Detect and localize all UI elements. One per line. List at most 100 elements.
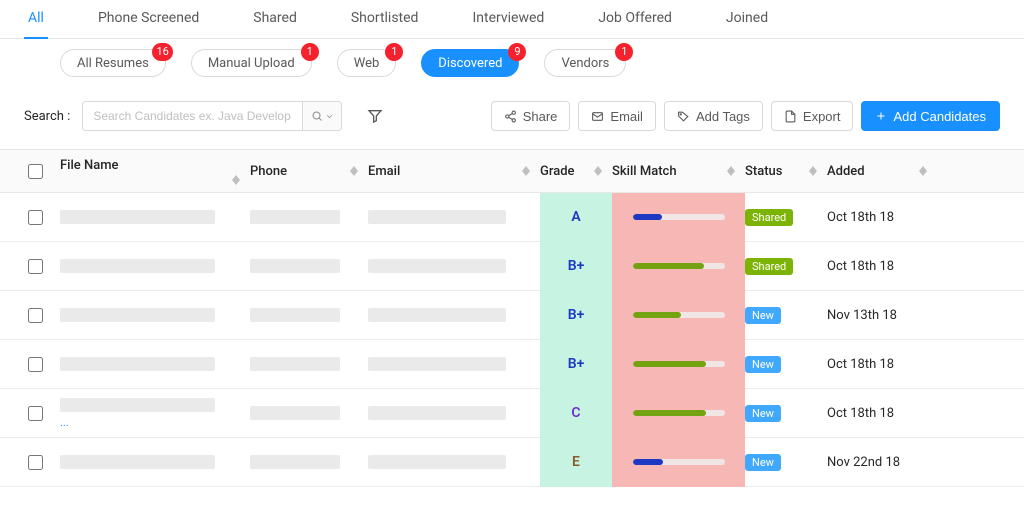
grade-cell: E (540, 438, 612, 487)
pill-discovered[interactable]: Discovered9 (421, 49, 519, 77)
col-email: Email (368, 164, 400, 179)
file-name-placeholder (60, 210, 215, 224)
sort-file[interactable] (232, 175, 240, 185)
status-badge: New (745, 356, 781, 373)
grade-cell: B+ (540, 291, 612, 340)
skill-cell (612, 193, 745, 242)
table-row[interactable]: B+ New Nov 13th 18 (0, 291, 1024, 340)
phone-placeholder (250, 357, 340, 371)
search-button[interactable] (302, 101, 342, 131)
grade-cell: C (540, 389, 612, 438)
status-badge: New (745, 405, 781, 422)
added-cell: Oct 18th 18 (827, 259, 937, 274)
row-checkbox[interactable] (28, 455, 43, 470)
sort-phone[interactable] (350, 166, 358, 176)
file-name-placeholder (60, 398, 215, 412)
row-checkbox[interactable] (28, 406, 43, 421)
add-candidates-button[interactable]: Add Candidates (861, 101, 1000, 131)
col-skill: Skill Match (612, 164, 677, 179)
pill-manual-upload[interactable]: Manual Upload1 (191, 49, 312, 77)
badge-count: 9 (508, 43, 526, 61)
email-placeholder (368, 259, 506, 273)
phone-placeholder (250, 308, 340, 322)
filter-button[interactable] (360, 101, 390, 131)
phone-placeholder (250, 259, 340, 273)
email-placeholder (368, 357, 506, 371)
badge-count: 1 (615, 43, 633, 61)
email-button[interactable]: Email (578, 101, 656, 131)
tab-shortlisted[interactable]: Shortlisted (347, 0, 423, 38)
phone-placeholder (250, 406, 340, 420)
col-added: Added (827, 164, 865, 179)
email-label: Email (610, 109, 643, 124)
skill-cell (612, 389, 745, 438)
add-tags-button[interactable]: Add Tags (664, 101, 763, 131)
added-cell: Nov 13th 18 (827, 308, 937, 323)
added-cell: Oct 18th 18 (827, 357, 937, 372)
email-placeholder (368, 455, 506, 469)
phone-placeholder (250, 210, 340, 224)
export-label: Export (803, 109, 841, 124)
grade-cell: B+ (540, 242, 612, 291)
tab-interviewed[interactable]: Interviewed (468, 0, 548, 38)
status-badge: Shared (745, 209, 793, 226)
plus-icon (875, 110, 887, 122)
badge-count: 1 (301, 43, 319, 61)
tab-job-offered[interactable]: Job Offered (594, 0, 676, 38)
badge-count: 1 (385, 43, 403, 61)
share-icon (504, 110, 517, 123)
status-badge: Shared (745, 258, 793, 275)
added-cell: Nov 22nd 18 (827, 455, 937, 470)
table-row[interactable]: E New Nov 22nd 18 (0, 438, 1024, 487)
table-header: File Name Phone Email Grade Skill Match … (0, 149, 1024, 193)
search-input[interactable] (82, 101, 302, 131)
pill-vendors[interactable]: Vendors1 (544, 49, 626, 77)
export-button[interactable]: Export (771, 101, 854, 131)
skill-progress (633, 361, 725, 367)
file-name-placeholder (60, 259, 215, 273)
col-grade: Grade (540, 164, 575, 179)
sort-grade[interactable] (594, 166, 602, 176)
select-all-checkbox[interactable] (28, 164, 43, 179)
filter-icon (367, 108, 383, 124)
skill-progress (633, 214, 725, 220)
share-button[interactable]: Share (491, 101, 571, 131)
add-candidates-label: Add Candidates (893, 109, 986, 124)
tab-phone-screened[interactable]: Phone Screened (94, 0, 203, 38)
row-checkbox[interactable] (28, 210, 43, 225)
phone-placeholder (250, 455, 340, 469)
table-row[interactable]: B+NewOct 18th 18 (0, 340, 1024, 389)
file-name-placeholder (60, 308, 215, 322)
tab-joined[interactable]: Joined (722, 0, 772, 38)
add-tags-label: Add Tags (696, 109, 750, 124)
email-placeholder (368, 210, 506, 224)
table-row[interactable]: ASharedOct 18th 18 (0, 193, 1024, 242)
row-checkbox[interactable] (28, 259, 43, 274)
table-row[interactable]: B+ Shared Oct 18th 18 (0, 242, 1024, 291)
sort-skill[interactable] (727, 166, 735, 176)
badge-count: 16 (152, 43, 172, 61)
table-row[interactable]: ... C New Oct 18th 18 (0, 389, 1024, 438)
skill-cell (612, 242, 745, 291)
row-checkbox[interactable] (28, 308, 43, 323)
sort-added[interactable] (919, 166, 927, 176)
email-placeholder (368, 406, 506, 420)
col-phone: Phone (250, 164, 287, 179)
status-badge: New (745, 454, 781, 471)
email-placeholder (368, 308, 506, 322)
added-cell: Oct 18th 18 (827, 406, 937, 421)
added-cell: Oct 18th 18 (827, 210, 937, 225)
status-badge: New (745, 307, 781, 324)
sort-status[interactable] (809, 166, 817, 176)
tab-shared[interactable]: Shared (249, 0, 301, 38)
tab-all[interactable]: All (24, 0, 48, 38)
file-name-placeholder (60, 455, 215, 469)
share-label: Share (523, 109, 558, 124)
sort-email[interactable] (522, 166, 530, 176)
file-name-placeholder (60, 357, 215, 371)
file-name-ellipsis[interactable]: ... (60, 416, 69, 429)
skill-cell (612, 291, 745, 340)
pill-all-resumes[interactable]: All Resumes16 (60, 49, 166, 77)
row-checkbox[interactable] (28, 357, 43, 372)
pill-web[interactable]: Web1 (337, 49, 397, 77)
